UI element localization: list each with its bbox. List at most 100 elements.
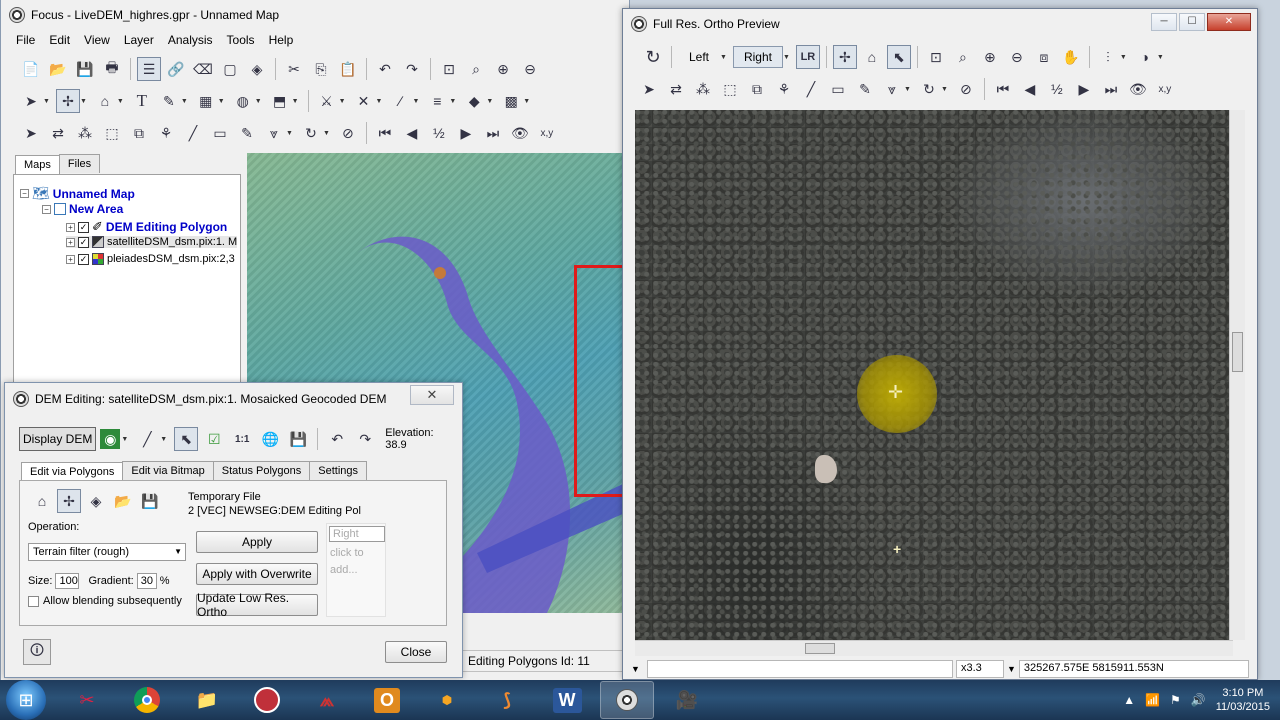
stream-icon[interactable]: ⩔ [262,121,286,145]
region-zoom-icon[interactable]: ⧉ [127,121,151,145]
tree-node-map[interactable]: − 🗺 Unnamed Map [20,185,135,202]
copy-icon[interactable]: ⎘ [309,57,333,81]
expand-icon[interactable]: + [66,237,75,247]
dropdown-arrow-icon[interactable]: ▼ [941,86,948,93]
draw-line-icon[interactable]: ╱ [135,427,159,451]
zoom-extent-icon[interactable]: ⊡ [924,45,948,69]
frame-icon[interactable]: ▢ [218,57,242,81]
dropdown-arrow-icon[interactable]: ▼ [904,86,911,93]
print-icon[interactable]: 🖶 [100,57,124,81]
fill-color-icon[interactable]: ◆ [462,89,486,113]
geomatica-icon[interactable]: ⩕ [300,681,354,719]
pencil-icon[interactable]: ✎ [853,77,877,101]
rectangle-tool-icon[interactable]: ▭ [208,121,232,145]
status-menu-arrow-icon[interactable]: ▼ [631,664,641,674]
line-weight-icon[interactable]: ≡ [425,89,449,113]
menu-edit[interactable]: Edit [42,30,77,50]
left-view-button[interactable]: Left [678,46,720,68]
chrome-icon[interactable] [120,681,174,719]
pattern-icon[interactable]: ▩ [499,89,523,113]
tree-node-layer-polygon[interactable]: + ✓ ✐ DEM Editing Polygon [66,219,227,235]
swap-lr-icon[interactable]: LR [795,45,820,69]
tab-files[interactable]: Files [58,154,101,173]
accept-icon[interactable]: ☑ [202,427,226,451]
refresh-icon[interactable]: ↻ [641,45,665,69]
polygon-icon[interactable]: ⌂ [93,89,117,113]
dem-dialog-titlebar[interactable]: DEM Editing: satelliteDSM_dsm.pix:1. Mos… [13,391,386,407]
tie-point-icon[interactable]: ⚘ [772,77,796,101]
eye-icon[interactable]: 👁 [1126,77,1150,101]
redo-icon[interactable]: ↷ [353,427,377,451]
apply-with-overwrite-button[interactable]: Apply with Overwrite [196,563,318,585]
export-icon[interactable]: ⬒ [268,89,292,113]
dropdown-arrow-icon[interactable]: ▼ [181,98,188,105]
dropdown-arrow-icon[interactable]: ▼ [117,98,124,105]
dropdown-arrow-icon[interactable]: ▼ [523,98,530,105]
right-view-button[interactable]: Right [732,46,783,68]
dropdown-arrow-icon[interactable]: ▼ [121,436,128,443]
layer-visibility-checkbox[interactable]: ✓ [78,221,89,233]
line-style-icon[interactable]: ⚔ [315,89,339,113]
last-icon[interactable]: ⏭ [481,121,505,145]
dropdown-arrow-icon[interactable]: ▼ [1120,54,1127,61]
new-file-icon[interactable]: 📄 [19,57,43,81]
swap-icon[interactable]: ⇄ [46,121,70,145]
join-me-icon[interactable]: ⬢ [420,681,474,719]
half-icon[interactable]: ½ [427,121,451,145]
cut-icon[interactable]: ✂ [282,57,306,81]
ortho-image-view[interactable]: ✛ + [635,110,1233,640]
first-icon[interactable]: ⏮ [373,121,397,145]
dem-color-icon[interactable]: ◉ [100,429,121,449]
flag-icon[interactable]: ⚑ [1170,693,1181,707]
tab-status-polygons[interactable]: Status Polygons [212,461,311,480]
edit-vertex-icon[interactable]: ✢ [57,489,81,513]
undo-icon[interactable]: ↶ [325,427,349,451]
redo-icon[interactable]: ↷ [400,57,424,81]
maximize-button[interactable]: ☐ [1179,13,1205,31]
zoom-out-icon[interactable]: ⊖ [518,57,542,81]
layer-list-icon[interactable]: ☰ [137,57,161,81]
dropdown-arrow-icon[interactable]: ▼ [43,98,50,105]
expand-icon[interactable]: + [66,254,75,264]
select-region-icon[interactable]: ⬚ [100,121,124,145]
right-placeholder[interactable]: Right [329,526,385,542]
globe-icon[interactable]: 🌐 [258,427,282,451]
half-icon[interactable]: ½ [1045,77,1069,101]
outlook-icon[interactable]: O [360,681,414,719]
word-icon[interactable]: W [540,681,594,719]
save-icon[interactable]: 💾 [138,489,162,513]
snipping-tool-icon[interactable]: ✂ [60,681,114,719]
tree-node-layer-satellite[interactable]: + ✓ satelliteDSM_dsm.pix:1. M [66,236,238,248]
zoom-in-icon[interactable]: ⊕ [978,45,1002,69]
horizontal-scrollbar[interactable] [635,640,1233,656]
expand-icon[interactable]: + [66,222,75,232]
swap-icon[interactable]: ⇄ [664,77,688,101]
previous-icon[interactable]: ◀ [400,121,424,145]
tree-node-area[interactable]: − New Area [42,202,123,216]
save-icon[interactable]: 💾 [286,427,310,451]
polygon-icon[interactable]: ⌂ [860,45,884,69]
dropdown-arrow-icon[interactable]: ▼ [412,98,419,105]
dropdown-arrow-icon[interactable]: ▼ [720,54,727,61]
paste-icon[interactable]: 📋 [336,57,360,81]
update-low-res-ortho-button[interactable]: Update Low Res. Ortho [196,591,318,619]
brush-icon[interactable]: ✎ [157,89,181,113]
file-explorer-icon[interactable]: 📁 [180,681,234,719]
pointer-icon[interactable]: ➤ [19,121,43,145]
tab-maps[interactable]: Maps [15,155,60,174]
size-input[interactable]: 100 [55,573,80,589]
rotate-icon[interactable]: ↻ [299,121,323,145]
tab-edit-via-bitmap[interactable]: Edit via Bitmap [122,461,214,480]
pointer-icon[interactable]: ➤ [637,77,661,101]
undo-icon[interactable]: ↶ [373,57,397,81]
collapse-icon[interactable]: − [42,204,51,214]
next-icon[interactable]: ▶ [1072,77,1096,101]
tab-edit-via-polygons[interactable]: Edit via Polygons [21,462,124,481]
layers-icon[interactable]: ◈ [245,57,269,81]
grid-icon[interactable]: ▦ [194,89,218,113]
menu-file[interactable]: File [9,30,42,50]
zoom-box-icon[interactable]: ⌕ [951,45,975,69]
line-tool-icon[interactable]: ╱ [181,121,205,145]
dem-close-x-button[interactable]: ✕ [410,385,454,405]
one-to-one-icon[interactable]: 1:1 [230,427,254,451]
